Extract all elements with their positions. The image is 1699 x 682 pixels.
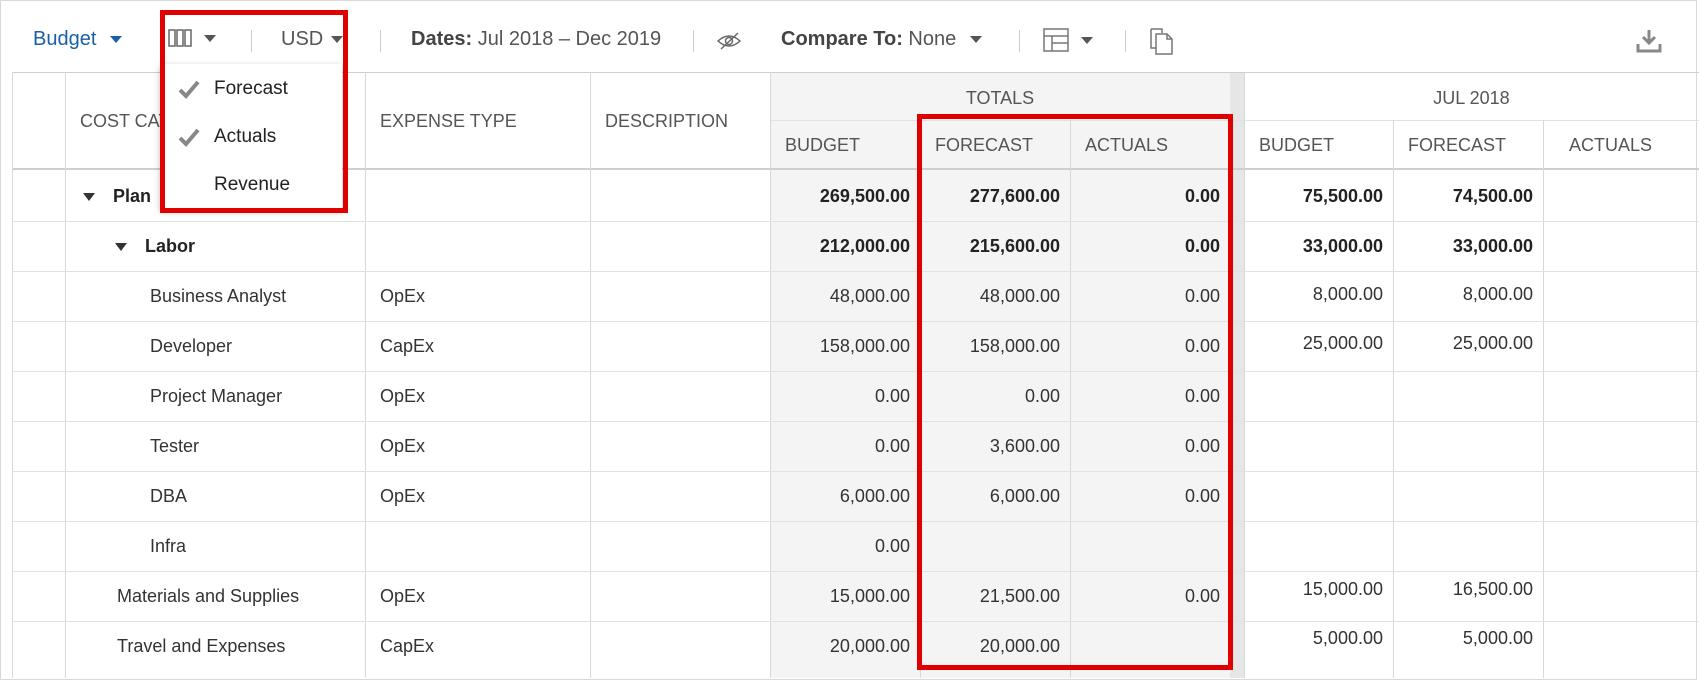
jul-forecast-cell[interactable]: 33,000.00: [1393, 235, 1543, 257]
jul-budget-cell[interactable]: 5,000.00: [1244, 627, 1393, 649]
totals-budget-cell[interactable]: 0.00: [770, 385, 920, 407]
chevron-down-icon: [110, 36, 123, 44]
table-layout-icon: [1043, 28, 1069, 52]
totals-budget-cell[interactable]: 0.00: [770, 435, 920, 457]
expense-type-cell[interactable]: OpEx: [380, 485, 425, 507]
download-button[interactable]: [1636, 28, 1662, 59]
row-expander[interactable]: Plan: [83, 185, 151, 207]
expense-type-cell[interactable]: CapEx: [380, 335, 434, 357]
divider: [380, 30, 381, 52]
jul-forecast-cell[interactable]: 16,500.00: [1393, 578, 1543, 600]
row-divider: [12, 421, 1699, 422]
jul-forecast-cell[interactable]: 25,000.00: [1393, 332, 1543, 354]
totals-budget-cell[interactable]: 48,000.00: [770, 285, 920, 307]
row-divider: [12, 621, 1699, 622]
expense-type-cell[interactable]: CapEx: [380, 635, 434, 657]
row-divider: [12, 321, 1699, 322]
expense-type-cell[interactable]: OpEx: [380, 435, 425, 457]
divider: [693, 30, 694, 52]
copy-button[interactable]: [1148, 28, 1174, 61]
dates-value: Jul 2018 – Dec 2019: [477, 28, 662, 50]
row-divider: [12, 221, 1699, 222]
jul-forecast-cell[interactable]: 5,000.00: [1393, 627, 1543, 649]
col-divider: [590, 72, 591, 678]
header-cost-category[interactable]: COST CAT: [80, 110, 169, 132]
chevron-down-icon: [970, 36, 983, 44]
caret-down-icon: [83, 193, 95, 202]
totals-budget-cell[interactable]: 20,000.00: [770, 635, 920, 657]
compare-label: Compare To:: [781, 28, 903, 50]
dates-selector[interactable]: Dates: Jul 2018 – Dec 2019: [411, 26, 661, 52]
divider: [1125, 30, 1126, 52]
header-totals: TOTALS: [965, 88, 1035, 108]
view-selector[interactable]: Budget: [33, 26, 123, 52]
header-jul-actuals[interactable]: ACTUALS: [1569, 134, 1652, 156]
expense-type-cell[interactable]: OpEx: [380, 285, 425, 307]
row-name[interactable]: Travel and Expenses: [117, 635, 285, 657]
row-divider: [12, 471, 1699, 472]
jul-budget-cell[interactable]: 15,000.00: [1244, 578, 1393, 600]
header-jul-forecast[interactable]: FORECAST: [1408, 134, 1506, 156]
row-divider: [12, 271, 1699, 272]
header-expense-type[interactable]: EXPENSE TYPE: [380, 110, 517, 132]
col-divider: [12, 72, 13, 678]
row-divider: [12, 521, 1699, 522]
download-icon: [1636, 30, 1662, 53]
dates-label: Dates:: [411, 28, 473, 50]
header-totals-budget[interactable]: BUDGET: [785, 134, 860, 156]
totals-budget-cell[interactable]: 0.00: [770, 535, 920, 557]
highlight-box: [160, 10, 348, 213]
highlight-box: [917, 114, 1233, 670]
row-name: Labor: [145, 236, 196, 256]
row-divider: [12, 371, 1699, 372]
table-layout-button[interactable]: [1043, 28, 1093, 59]
row-name[interactable]: Tester: [150, 435, 199, 457]
totals-budget-cell[interactable]: 15,000.00: [770, 585, 920, 607]
visibility-button[interactable]: [716, 30, 744, 57]
totals-budget-cell[interactable]: 158,000.00: [770, 335, 920, 357]
jul-forecast-cell[interactable]: 74,500.00: [1393, 185, 1543, 207]
chevron-down-icon: [1081, 37, 1093, 44]
col-divider: [1543, 120, 1544, 678]
header-subdivider: [770, 120, 1699, 121]
row-name[interactable]: DBA: [150, 485, 187, 507]
jul-budget-cell[interactable]: 8,000.00: [1244, 283, 1393, 305]
caret-down-icon: [115, 243, 127, 252]
totals-budget-cell[interactable]: 269,500.00: [770, 185, 920, 207]
divider: [1019, 30, 1020, 52]
row-name[interactable]: Project Manager: [150, 385, 282, 407]
jul-budget-cell[interactable]: 33,000.00: [1244, 235, 1393, 257]
row-name[interactable]: Developer: [150, 335, 232, 357]
compare-selector[interactable]: Compare To: None: [781, 26, 983, 52]
totals-budget-cell[interactable]: 6,000.00: [770, 485, 920, 507]
row-expander[interactable]: Labor: [115, 235, 195, 257]
jul-forecast-cell[interactable]: 8,000.00: [1393, 283, 1543, 305]
col-divider: [65, 72, 66, 678]
row-name: Plan: [113, 186, 152, 206]
jul-budget-cell[interactable]: 75,500.00: [1244, 185, 1393, 207]
row-name[interactable]: Business Analyst: [150, 285, 286, 307]
expense-type-cell[interactable]: OpEx: [380, 385, 425, 407]
row-divider: [12, 571, 1699, 572]
view-label: Budget: [33, 28, 97, 50]
row-name[interactable]: Infra: [150, 535, 186, 557]
row-name[interactable]: Materials and Supplies: [117, 585, 299, 607]
copy-icon: [1150, 28, 1173, 55]
col-divider: [365, 72, 366, 678]
header-jul-2018: JUL 2018: [1433, 88, 1510, 108]
visibility-icon: [716, 32, 742, 50]
header-jul-budget[interactable]: BUDGET: [1259, 134, 1334, 156]
header-description[interactable]: DESCRIPTION: [605, 110, 728, 132]
jul-budget-cell[interactable]: 25,000.00: [1244, 332, 1393, 354]
expense-type-cell[interactable]: OpEx: [380, 585, 425, 607]
totals-budget-cell[interactable]: 212,000.00: [770, 235, 920, 257]
compare-value: None: [908, 28, 957, 50]
